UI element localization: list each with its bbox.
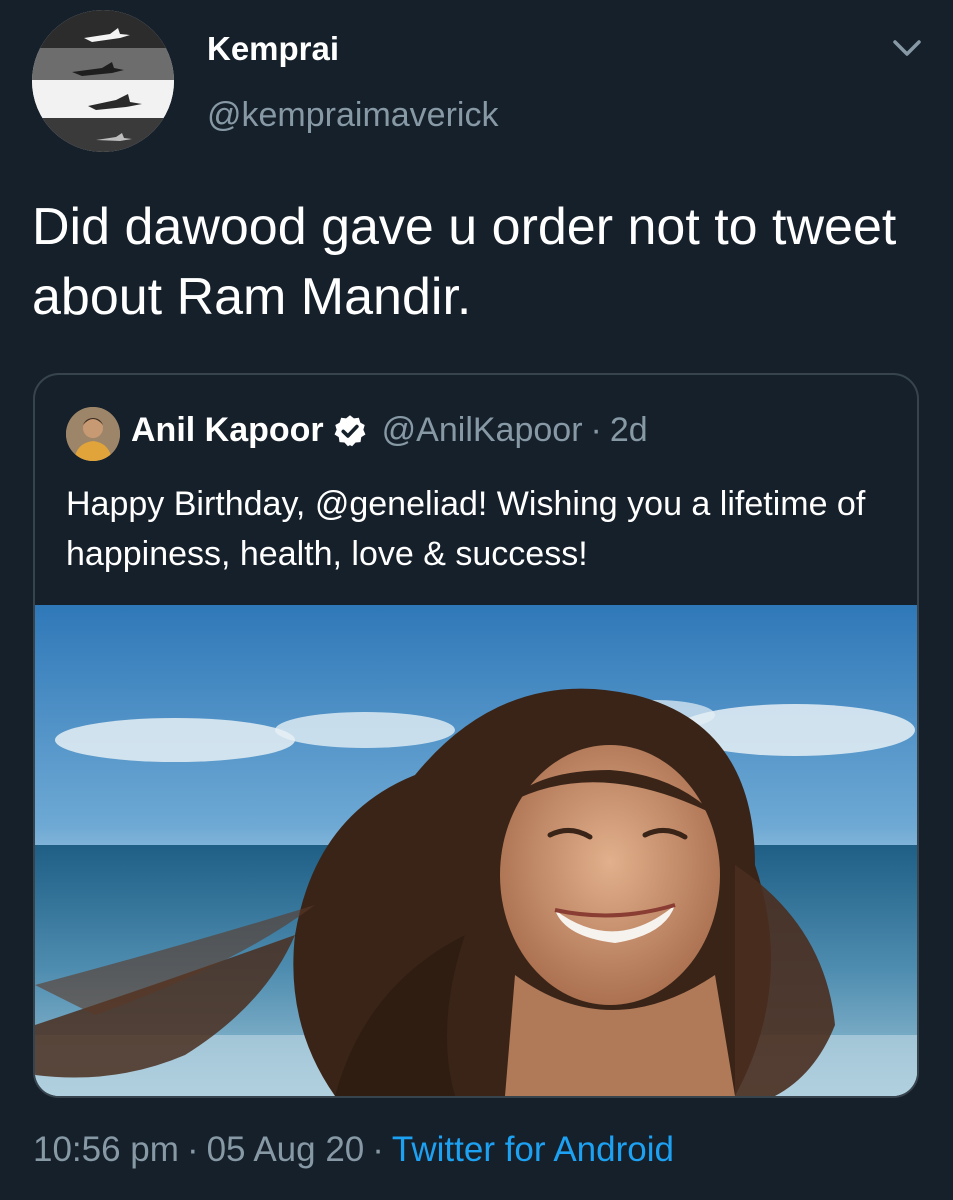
separator-dot: · xyxy=(372,1130,384,1169)
separator-dot: · xyxy=(590,411,602,449)
quoted-display-name[interactable]: Anil Kapoor xyxy=(131,411,324,450)
tweet-text: Did dawood gave u order not to tweet abo… xyxy=(32,198,897,326)
user-avatar[interactable] xyxy=(32,10,174,152)
quoted-tweet-text: Happy Birthday, @geneliad! Wishing you a… xyxy=(66,485,866,573)
verified-badge-icon xyxy=(334,414,366,446)
separator-dot: · xyxy=(186,1130,199,1169)
fighter-jets-avatar-icon xyxy=(32,10,174,152)
display-name[interactable]: Kemprai xyxy=(207,30,339,68)
quoted-user-handle[interactable]: @AnilKapoor xyxy=(382,411,583,450)
quoted-tweet-card[interactable]: Anil Kapoor @AnilKapoor · 2d Happy Birth… xyxy=(33,373,919,1098)
photo-woman-laughing-beach-icon xyxy=(35,605,917,1096)
quoted-user-avatar[interactable] xyxy=(66,407,120,461)
chevron-down-icon[interactable] xyxy=(887,34,927,64)
tweet-date[interactable]: 05 Aug 20 xyxy=(207,1130,365,1169)
quoted-timestamp[interactable]: 2d xyxy=(610,411,648,450)
user-handle[interactable]: @kempraimaverick xyxy=(207,96,498,135)
tweet-source-link[interactable]: Twitter for Android xyxy=(392,1130,674,1169)
tweet-footer: 10:56 pm · 05 Aug 20 · Twitter for Android xyxy=(33,1130,674,1170)
quoted-tweet-header: Anil Kapoor @AnilKapoor · 2d xyxy=(131,411,648,450)
person-portrait-icon xyxy=(66,407,120,461)
quoted-tweet-photo[interactable] xyxy=(35,605,917,1096)
tweet-time[interactable]: 10:56 pm xyxy=(33,1130,179,1169)
